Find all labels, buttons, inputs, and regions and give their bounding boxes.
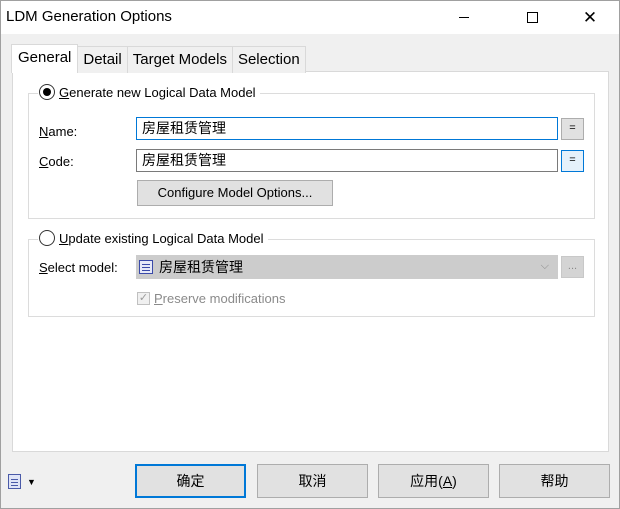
cancel-button[interactable]: 取消 — [257, 464, 368, 498]
select-model-value: 房屋租赁管理 — [159, 259, 243, 275]
tab-strip: General Detail Target Models Selection — [11, 44, 306, 73]
update-existing-label: Update existing Logical Data Model — [59, 230, 264, 246]
tab-selection[interactable]: Selection — [231, 46, 306, 73]
minimize-button[interactable] — [441, 1, 487, 34]
window-title: LDM Generation Options — [6, 8, 172, 25]
maximize-icon — [526, 12, 538, 23]
document-menu-icon — [8, 474, 21, 489]
select-model-browse-button[interactable]: ... — [561, 256, 584, 278]
close-button[interactable]: ✕ — [567, 1, 613, 34]
preserve-modifications-label: Preserve modifications — [154, 291, 286, 306]
select-model-label: Select model: — [39, 260, 118, 275]
radio-indicator-unchecked[interactable] — [39, 230, 55, 246]
generate-new-label: Generate new Logical Data Model — [59, 84, 256, 100]
configure-model-options-button[interactable]: Configure Model Options... — [137, 180, 333, 206]
tab-general[interactable]: General — [11, 44, 79, 73]
tab-target-models[interactable]: Target Models — [126, 46, 233, 73]
dialog-window: LDM Generation Options ✕ Generate new Lo… — [0, 0, 620, 509]
select-model-dropdown[interactable]: 房屋租赁管理 ⌵ — [136, 255, 558, 279]
name-label: Name: — [39, 124, 78, 139]
code-field[interactable]: 房屋租赁管理 — [136, 149, 558, 172]
title-bar: LDM Generation Options ✕ — [1, 1, 619, 34]
preserve-modifications-checkbox[interactable]: ✓ Preserve modifications — [137, 291, 286, 306]
ok-button[interactable]: 确定 — [135, 464, 246, 498]
code-equal-button[interactable]: = — [561, 150, 584, 172]
tab-panel-general: Generate new Logical Data Model Name: 房屋… — [12, 71, 609, 452]
generate-new-radio[interactable]: Generate new Logical Data Model — [38, 84, 260, 100]
name-field[interactable]: 房屋租赁管理 — [136, 117, 558, 140]
document-menu-button[interactable]: ▼ — [8, 474, 36, 489]
help-button[interactable]: 帮助 — [499, 464, 610, 498]
model-icon — [139, 260, 153, 274]
generate-new-group: Generate new Logical Data Model Name: 房屋… — [28, 84, 595, 219]
maximize-button[interactable] — [509, 1, 555, 34]
checkbox-check-icon[interactable]: ✓ — [137, 292, 150, 305]
code-label: Code: — [39, 154, 74, 169]
tab-detail[interactable]: Detail — [77, 46, 128, 73]
caret-down-icon: ▼ — [27, 476, 36, 487]
chevron-down-icon: ⌵ — [540, 260, 549, 272]
update-existing-group: Update existing Logical Data Model Selec… — [28, 230, 595, 317]
name-equal-button[interactable]: = — [561, 118, 584, 140]
minimize-icon — [459, 17, 469, 18]
close-icon: ✕ — [582, 8, 598, 27]
radio-indicator-checked[interactable] — [39, 84, 55, 100]
apply-button[interactable]: 应用(A) — [378, 464, 489, 498]
update-existing-radio[interactable]: Update existing Logical Data Model — [38, 230, 268, 246]
